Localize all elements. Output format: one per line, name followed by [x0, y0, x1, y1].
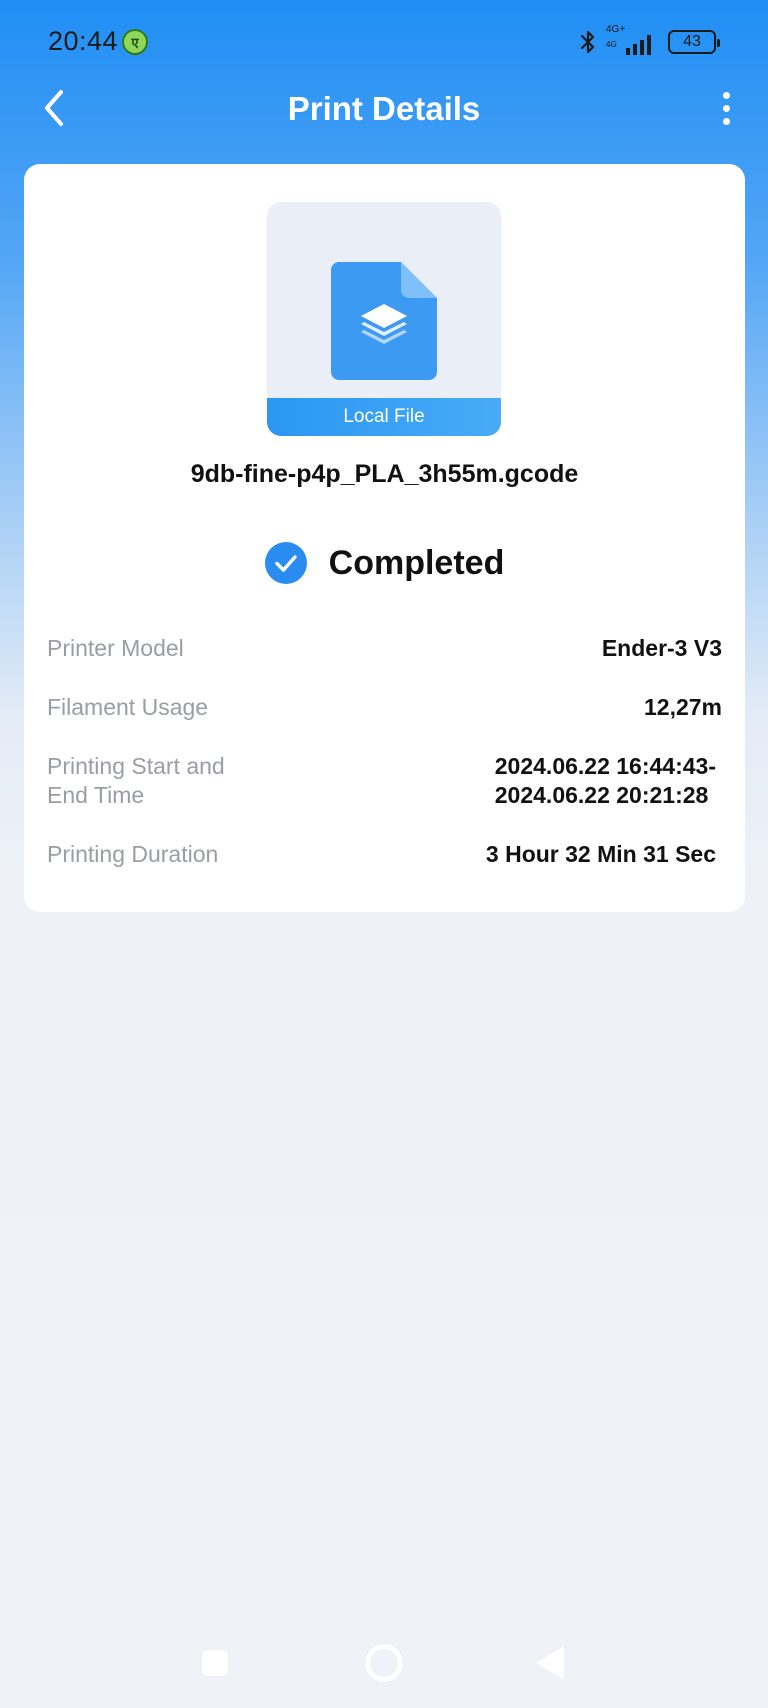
status-icons: 4G+ 4G 43 — [580, 24, 720, 58]
detail-label: Printer Model — [47, 635, 184, 661]
local-file-badge: Local File — [267, 398, 501, 436]
network-type-label: 4G+ — [606, 24, 626, 35]
detail-label: Filament Usage — [47, 694, 209, 720]
nav-back-button[interactable] — [535, 1646, 565, 1685]
home-button[interactable] — [365, 1644, 403, 1682]
status-bar: 20:44 ए 4G+ 4G 43 — [0, 0, 768, 86]
file-name: 9db-fine-p4p_PLA_3h55m.gcode — [190, 460, 579, 488]
bluetooth-icon — [580, 28, 596, 56]
detail-row-printer-model: Printer Model Ender-3 V3 — [47, 634, 722, 693]
recent-apps-button[interactable] — [202, 1650, 228, 1676]
network-sub-label: 4G — [606, 40, 617, 49]
app-header: Print Details — [0, 86, 768, 176]
detail-label: Printing Start and End Time — [47, 752, 287, 810]
detail-label: Printing Duration — [47, 841, 219, 867]
detail-label-line: Printing Start and — [47, 753, 225, 779]
print-status: Completed — [24, 538, 745, 588]
detail-row-time-range: Printing Start and End Time 2024.06.22 1… — [47, 752, 722, 840]
signal-icon: 4G+ 4G — [606, 24, 658, 57]
system-nav-bar — [0, 1620, 768, 1708]
details-list: Printer Model Ender-3 V3 Filament Usage … — [47, 634, 722, 890]
page-title: Print Details — [287, 90, 481, 127]
detail-row-filament-usage: Filament Usage 12,27m — [47, 693, 722, 752]
detail-label-line: End Time — [47, 782, 145, 808]
detail-value: 12,27m — [643, 694, 722, 720]
app-notification-icon: ए — [122, 29, 148, 55]
check-circle-icon — [264, 542, 307, 584]
detail-value-line: 2024.06.22 20:21:28 — [494, 782, 709, 808]
print-details-card: Local File 9db-fine-p4p_PLA_3h55m.gcode … — [24, 164, 745, 912]
status-text: Completed — [328, 543, 505, 582]
detail-value-line: 2024.06.22 16:44:43- — [494, 753, 716, 779]
more-options-button[interactable] — [704, 86, 748, 130]
detail-value: 3 Hour 32 Min 31 Sec — [485, 841, 716, 867]
detail-value: Ender-3 V3 — [601, 635, 722, 661]
file-layers-icon — [331, 262, 437, 380]
more-vertical-icon — [722, 91, 730, 99]
detail-value: 2024.06.22 16:44:43- 2024.06.22 20:21:28 — [495, 752, 722, 810]
triangle-back-icon — [537, 1647, 564, 1679]
battery-icon: 43 — [668, 30, 720, 54]
status-time: 20:44 — [48, 26, 119, 56]
detail-row-duration: Printing Duration 3 Hour 32 Min 31 Sec — [47, 840, 722, 890]
file-thumbnail: Local File — [267, 202, 501, 436]
battery-level: 43 — [683, 33, 701, 50]
